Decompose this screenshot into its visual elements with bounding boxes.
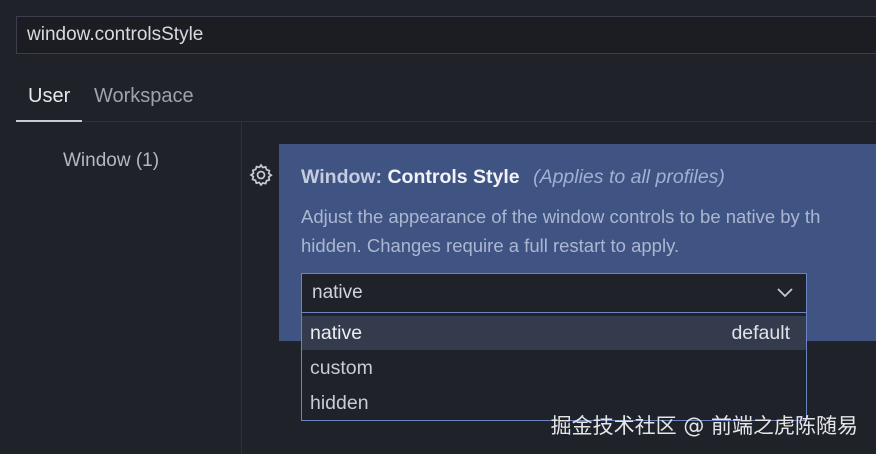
settings-search-input[interactable]: window.controlsStyle	[16, 16, 876, 54]
setting-description: Adjust the appearance of the window cont…	[301, 202, 876, 260]
tab-user[interactable]: User	[16, 76, 83, 122]
controls-style-select[interactable]: native	[301, 273, 807, 313]
chevron-down-icon	[777, 288, 793, 298]
watermark: 掘金技术社区 @ 前端之虎陈随易	[550, 414, 858, 438]
select-value: native	[312, 282, 363, 303]
controls-style-dropdown: native default custom hidden	[301, 313, 807, 421]
tab-workspace[interactable]: Workspace	[82, 76, 206, 122]
setting-title: Window: Controls Style (Applies to all p…	[301, 166, 725, 189]
settings-toc: Window (1)	[0, 122, 242, 454]
option-label: native	[310, 322, 363, 344]
option-default-hint: default	[731, 322, 790, 344]
setting-scope-note: (Applies to all profiles)	[533, 166, 725, 188]
toc-item-window[interactable]: Window (1)	[63, 150, 159, 172]
option-label: hidden	[310, 392, 369, 414]
setting-category: Window:	[301, 166, 383, 188]
gear-icon[interactable]	[248, 162, 274, 188]
setting-description-line: hidden. Changes require a full restart t…	[301, 235, 680, 256]
option-label: custom	[310, 357, 373, 379]
option-custom[interactable]: custom	[302, 351, 806, 385]
settings-scope-tabs: User Workspace	[16, 76, 876, 122]
option-native[interactable]: native default	[302, 316, 806, 350]
setting-name: Controls Style	[387, 166, 520, 188]
setting-description-line: Adjust the appearance of the window cont…	[301, 206, 821, 227]
